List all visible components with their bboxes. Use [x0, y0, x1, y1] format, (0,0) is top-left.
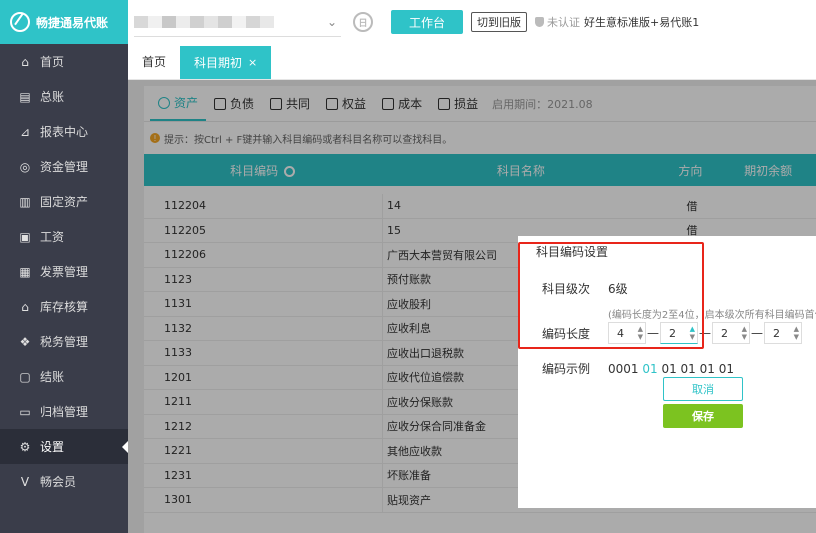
company-name-redacted: [134, 15, 274, 28]
example-suffix: 01 01 01 01: [657, 361, 734, 376]
sidebar-item-label: 畅会员: [40, 475, 77, 489]
length-hint: (编码长度为2至4位，启本级次所有科目编码首位为: [608, 310, 816, 321]
tab-home[interactable]: 首页: [128, 44, 180, 79]
sidebar: 畅捷通易代账 ⌂ 首页 ▤ 总账 ⊿ 报表中心 ◎ 资金管理 ▥ 固定资产 ▣ 工资 ▦ 发票管理 ⌂ 库存核…: [0, 0, 128, 533]
stepper-value: 2: [669, 326, 676, 340]
ledger-icon: ▤: [19, 89, 31, 104]
code-length-stepper-3[interactable]: 2 ▲ ▼: [712, 322, 750, 344]
money-icon: ◎: [19, 159, 31, 174]
stepper-arrows-icon[interactable]: ▲ ▼: [690, 325, 695, 341]
length-row: 编码长度 4 ▲ ▼ — 2 ▲ ▼ — 2 ▲ ▼ — 2 ▲ ▼: [542, 322, 802, 344]
stepper-arrows-icon[interactable]: ▲ ▼: [794, 325, 799, 341]
example-prefix: 0001: [608, 361, 643, 376]
salary-icon: ▣: [19, 229, 31, 244]
sidebar-item-3[interactable]: ◎ 资金管理: [0, 149, 128, 184]
example-value: 0001 01 01 01 01 01: [608, 362, 734, 376]
sidebar-item-label: 设置: [40, 440, 65, 454]
sidebar-item-label: 资金管理: [40, 160, 89, 174]
vip-icon: V: [20, 474, 30, 489]
sidebar-item-12[interactable]: V 畅会员: [0, 464, 128, 499]
stepper-arrows-icon[interactable]: ▲ ▼: [742, 325, 747, 341]
tax-icon: ❖: [19, 334, 31, 349]
close-icon[interactable]: ×: [248, 56, 257, 69]
gear-icon: ⚙: [19, 439, 31, 454]
sidebar-item-2[interactable]: ⊿ 报表中心: [0, 114, 128, 149]
chart-icon: ⊿: [19, 124, 31, 139]
workbench-button[interactable]: 工作台: [391, 10, 463, 34]
home-icon: ⌂: [21, 54, 29, 69]
asset-icon: ▥: [19, 194, 31, 209]
sidebar-item-4[interactable]: ▥ 固定资产: [0, 184, 128, 219]
separator-dash: —: [751, 326, 763, 340]
level-label: 科目级次: [542, 282, 591, 296]
archive-icon: ▭: [19, 404, 31, 419]
sidebar-item-8[interactable]: ❖ 税务管理: [0, 324, 128, 359]
level-row: 科目级次 6级: [542, 280, 628, 297]
warehouse-icon: ⌂: [21, 299, 29, 314]
logo-icon: [10, 12, 30, 32]
sidebar-item-label: 税务管理: [40, 335, 89, 349]
tab-label: 科目期初: [194, 56, 243, 70]
tab-subject-opening[interactable]: 科目期初 ×: [180, 46, 272, 79]
separator-dash: —: [699, 326, 711, 340]
sidebar-item-label: 结账: [40, 370, 65, 384]
sidebar-item-label: 固定资产: [40, 195, 89, 209]
example-label: 编码示例: [542, 362, 591, 376]
product-name: 好生意标准版+易代账1: [584, 16, 700, 29]
sidebar-item-1[interactable]: ▤ 总账: [0, 79, 128, 114]
shield-icon: [535, 17, 544, 27]
code-settings-dialog: 科目编码设置 科目级次 6级 (编码长度为2至4位，启本级次所有科目编码首位为 …: [518, 236, 816, 508]
sidebar-item-label: 工资: [40, 230, 65, 244]
company-select[interactable]: ⌄: [134, 7, 341, 37]
invoice-icon: ▦: [19, 264, 31, 279]
sidebar-item-11[interactable]: ⚙ 设置: [0, 429, 128, 464]
sidebar-item-label: 归档管理: [40, 405, 89, 419]
dialog-title: 科目编码设置: [536, 244, 609, 259]
stepper-value: 2: [721, 326, 728, 340]
code-length-stepper-1[interactable]: 4 ▲ ▼: [608, 322, 646, 344]
sidebar-item-6[interactable]: ▦ 发票管理: [0, 254, 128, 289]
sidebar-item-5[interactable]: ▣ 工资: [0, 219, 128, 254]
stepper-arrows-icon[interactable]: ▲ ▼: [638, 325, 643, 341]
sidebar-item-0[interactable]: ⌂ 首页: [0, 44, 128, 79]
page-tabs: 首页 科目期初 ×: [128, 44, 816, 80]
length-label: 编码长度: [542, 326, 591, 341]
chevron-down-icon: ⌄: [326, 15, 337, 29]
example-row: 编码示例 0001 01 01 01 01 01: [542, 360, 734, 377]
sidebar-item-label: 库存核算: [40, 300, 89, 314]
sidebar-item-10[interactable]: ▭ 归档管理: [0, 394, 128, 429]
close-account-icon: ▢: [19, 369, 31, 384]
sidebar-item-label: 报表中心: [40, 125, 89, 139]
sidebar-item-label: 总账: [40, 90, 65, 104]
top-bar: ⌄ 日 工作台 切到旧版 未认证 好生意标准版+易代账1: [128, 0, 816, 44]
brand-logo[interactable]: 畅捷通易代账: [0, 0, 128, 44]
code-length-stepper-2[interactable]: 2 ▲ ▼: [660, 322, 698, 344]
sidebar-item-9[interactable]: ▢ 结账: [0, 359, 128, 394]
brand-name: 畅捷通易代账: [36, 15, 109, 30]
cert-status-text: 未认证: [547, 16, 580, 29]
code-length-stepper-4[interactable]: 2 ▲ ▼: [764, 322, 802, 344]
separator-dash: —: [647, 326, 659, 340]
sidebar-item-7[interactable]: ⌂ 库存核算: [0, 289, 128, 324]
level-value: 6级: [608, 282, 628, 296]
certification-status: 未认证 好生意标准版+易代账1: [535, 14, 699, 30]
switch-old-version-button[interactable]: 切到旧版: [471, 12, 527, 32]
stepper-value: 4: [617, 326, 624, 340]
tab-label: 首页: [142, 55, 167, 69]
stepper-value: 2: [773, 326, 780, 340]
cancel-button[interactable]: 取消: [663, 377, 743, 401]
example-highlight: 01: [642, 361, 658, 376]
sidebar-item-label: 发票管理: [40, 265, 89, 279]
calendar-icon[interactable]: 日: [353, 12, 373, 32]
sidebar-item-label: 首页: [40, 55, 65, 69]
save-button[interactable]: 保存: [663, 404, 743, 428]
